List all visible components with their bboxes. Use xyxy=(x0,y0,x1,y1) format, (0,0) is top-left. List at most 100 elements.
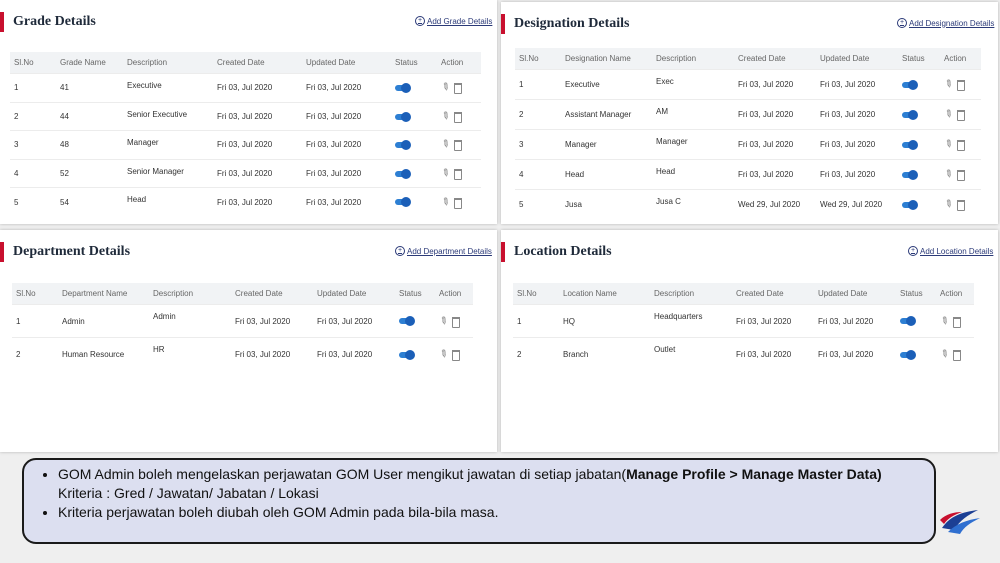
trash-icon[interactable] xyxy=(957,110,966,121)
status-toggle[interactable] xyxy=(902,139,918,150)
column-header: Sl.No xyxy=(12,283,58,305)
status-toggle[interactable] xyxy=(395,140,411,151)
table-cell: Fri 03, Jul 2020 xyxy=(302,73,391,102)
column-header: Created Date xyxy=(732,283,814,305)
pencil-icon[interactable]: ✎ xyxy=(439,138,452,152)
status-cell xyxy=(896,337,936,371)
note-bullet-1: GOM Admin boleh mengelaskan perjawatan G… xyxy=(58,465,924,503)
table-row: 5 54 Head Fri 03, Jul 2020 Fri 03, Jul 2020 ✎ xyxy=(10,187,481,216)
trash-icon[interactable] xyxy=(957,140,966,151)
department-table: Sl.No Department Name Description Created D… xyxy=(12,283,473,371)
pencil-icon[interactable]: ✎ xyxy=(439,81,452,95)
table-row: 2 44 Senior Executive Fri 03, Jul 2020 Fri 0… xyxy=(10,101,481,131)
column-header: Status xyxy=(898,48,940,70)
pencil-icon[interactable]: ✎ xyxy=(938,347,951,361)
trash-icon[interactable] xyxy=(454,197,463,209)
table-cell: 44 xyxy=(56,101,123,131)
pencil-icon[interactable]: ✎ xyxy=(439,195,452,209)
table-cell: Executive xyxy=(123,73,213,102)
column-header: Created Date xyxy=(213,52,302,74)
table-row: 4 52 Senior Manager Fri 03, Jul 2020 Fri 03,… xyxy=(10,158,481,188)
table-cell: 52 xyxy=(56,158,123,188)
column-header: Description xyxy=(149,283,231,305)
pencil-icon[interactable]: ✎ xyxy=(437,314,450,328)
panel-title: Department Details xyxy=(13,244,131,259)
status-toggle[interactable] xyxy=(902,79,918,90)
trash-icon[interactable] xyxy=(454,111,463,123)
add-grade-details-link[interactable]: + Add Grade Details xyxy=(415,16,492,26)
status-toggle[interactable] xyxy=(902,200,918,211)
table-cell: Head xyxy=(561,159,652,190)
table-cell: 2 xyxy=(10,101,56,131)
table-cell: Admin xyxy=(58,304,149,338)
table-row: 1 Admin Admin Fri 03, Jul 2020 Fri 03, Jul 2… xyxy=(12,304,473,338)
pencil-icon[interactable]: ✎ xyxy=(938,314,951,328)
panel-title: Designation Details xyxy=(514,16,630,31)
status-toggle[interactable] xyxy=(399,316,415,327)
pencil-icon[interactable]: ✎ xyxy=(942,108,955,122)
table-cell: 54 xyxy=(56,187,123,216)
pencil-icon[interactable]: ✎ xyxy=(942,168,955,182)
pencil-icon[interactable]: ✎ xyxy=(942,78,955,92)
location-table: Sl.No Location Name Description Created Dat… xyxy=(513,283,974,371)
table-row: 4 Head Head Fri 03, Jul 2020 Fri 03, Jul 202… xyxy=(515,159,981,190)
table-cell: HQ xyxy=(559,304,650,338)
trash-icon[interactable] xyxy=(957,170,966,181)
action-cell: ✎ xyxy=(936,304,974,338)
table-cell: Fri 03, Jul 2020 xyxy=(732,304,814,338)
trash-icon[interactable] xyxy=(452,349,461,361)
table-cell: Fri 03, Jul 2020 xyxy=(231,337,313,371)
action-cell: ✎ xyxy=(940,159,981,190)
status-toggle[interactable] xyxy=(902,109,918,120)
row-actions: ✎ xyxy=(942,78,966,92)
trash-icon[interactable] xyxy=(957,80,966,91)
add-department-details-link[interactable]: + Add Department Details xyxy=(395,246,492,256)
table-cell: Fri 03, Jul 2020 xyxy=(213,130,302,159)
column-header: Action xyxy=(940,48,981,70)
trash-icon[interactable] xyxy=(454,140,463,152)
table-cell: 4 xyxy=(10,158,56,188)
pencil-icon[interactable]: ✎ xyxy=(437,347,450,361)
action-cell: ✎ xyxy=(437,130,481,159)
table-row: 3 48 Manager Fri 03, Jul 2020 Fri 03, Jul 20… xyxy=(10,130,481,159)
trash-icon[interactable] xyxy=(953,316,962,328)
table-cell: Fri 03, Jul 2020 xyxy=(302,101,391,131)
trash-icon[interactable] xyxy=(454,168,463,180)
table-cell: 5 xyxy=(10,187,56,216)
table-cell: Fri 03, Jul 2020 xyxy=(814,304,896,338)
add-location-details-link[interactable]: + Add Location Details xyxy=(908,246,993,256)
status-toggle[interactable] xyxy=(395,168,411,179)
table-cell: AM xyxy=(652,99,734,130)
add-designation-details-label[interactable]: Add Designation Details xyxy=(909,19,994,28)
trash-icon[interactable] xyxy=(953,349,962,361)
info-note-box: GOM Admin boleh mengelaskan perjawatan G… xyxy=(22,458,936,544)
table-cell: 1 xyxy=(513,304,559,338)
pencil-icon[interactable]: ✎ xyxy=(439,166,452,180)
pencil-icon[interactable]: ✎ xyxy=(942,138,955,152)
pencil-icon[interactable]: ✎ xyxy=(439,109,452,123)
add-department-details-label[interactable]: Add Department Details xyxy=(407,247,492,256)
status-toggle[interactable] xyxy=(395,83,411,94)
table-cell: 3 xyxy=(515,129,561,160)
status-toggle[interactable] xyxy=(395,197,411,208)
status-toggle[interactable] xyxy=(902,169,918,180)
status-cell xyxy=(391,73,437,102)
add-designation-details-link[interactable]: + Add Designation Details xyxy=(897,18,994,28)
status-toggle[interactable] xyxy=(395,111,411,122)
pencil-icon[interactable]: ✎ xyxy=(942,198,955,212)
status-toggle[interactable] xyxy=(399,349,415,360)
status-toggle[interactable] xyxy=(900,316,916,327)
add-location-details-label[interactable]: Add Location Details xyxy=(920,247,993,256)
table-cell: Fri 03, Jul 2020 xyxy=(231,304,313,338)
row-actions: ✎ xyxy=(437,314,461,328)
plus-circle-icon: + xyxy=(897,18,907,28)
status-toggle[interactable] xyxy=(900,349,916,360)
row-actions: ✎ xyxy=(439,81,463,95)
column-header: Sl.No xyxy=(10,52,56,74)
row-actions: ✎ xyxy=(938,314,962,328)
trash-icon[interactable] xyxy=(454,83,463,95)
action-cell: ✎ xyxy=(437,187,481,216)
trash-icon[interactable] xyxy=(452,316,461,328)
add-grade-details-label[interactable]: Add Grade Details xyxy=(427,17,492,26)
trash-icon[interactable] xyxy=(957,200,966,212)
